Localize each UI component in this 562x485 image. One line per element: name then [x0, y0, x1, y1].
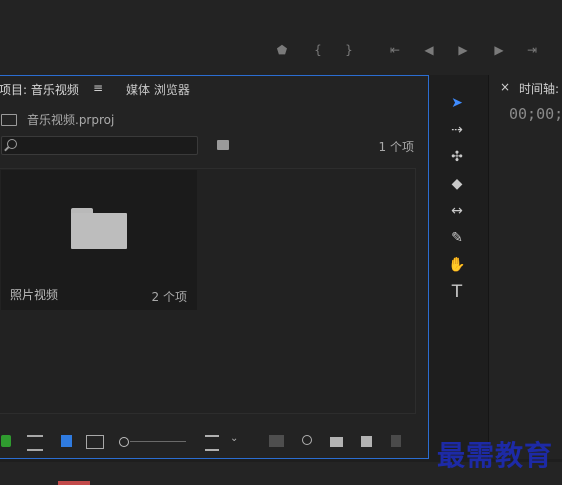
type-icon[interactable]: T — [444, 281, 470, 303]
sort-icons-icon[interactable] — [205, 435, 219, 451]
freeform-view-icon[interactable] — [86, 435, 104, 449]
track-select-icon[interactable]: ⇢ — [444, 119, 470, 141]
status-indicator — [58, 481, 90, 485]
new-item-icon[interactable] — [361, 436, 372, 447]
tools-panel: ➤ ⇢ ✣ ◆ ↔ ✎ ✋ T — [440, 86, 474, 311]
list-view-icon[interactable] — [27, 435, 43, 451]
search-input[interactable] — [1, 136, 198, 155]
timecode-display[interactable]: 00;00;0 — [509, 105, 562, 123]
hand-icon[interactable]: ✋ — [444, 254, 470, 276]
search-icon — [7, 139, 17, 149]
go-to-out-icon[interactable]: ⇥ — [524, 42, 540, 58]
new-bin-icon[interactable] — [330, 437, 343, 447]
pen-icon[interactable]: ✎ — [444, 227, 470, 249]
icon-view-icon[interactable] — [61, 435, 72, 447]
selection-tool-icon[interactable]: ➤ — [444, 92, 470, 114]
play-icon[interactable]: ▶ — [455, 42, 471, 58]
ripple-edit-icon[interactable]: ✣ — [444, 146, 470, 168]
new-search-bin-icon[interactable] — [217, 140, 229, 150]
step-forward-icon[interactable]: ▶ — [491, 42, 507, 58]
panel-menu-icon[interactable]: ≡ — [93, 81, 103, 95]
folder-icon — [71, 208, 127, 249]
project-panel: 项目: 音乐视频 ≡ 媒体 浏览器 音乐视频.prproj 1 个项 照片视频 … — [0, 75, 429, 459]
tab-project[interactable]: 项目: 音乐视频 — [0, 81, 79, 98]
timeline-panel: × 时间轴: 00;00;0 — [488, 75, 562, 459]
slip-icon[interactable]: ↔ — [444, 200, 470, 222]
bin-tile[interactable]: 照片视频 2 个项 — [1, 170, 197, 310]
go-to-in-icon[interactable]: ⇤ — [387, 42, 403, 58]
item-count: 1 个项 — [378, 140, 414, 154]
zoom-slider-track[interactable] — [130, 441, 186, 442]
mark-out-icon[interactable]: } — [341, 42, 357, 58]
watermark-logo: 最需教育 — [437, 439, 554, 472]
write-protect-icon[interactable] — [1, 435, 11, 447]
project-items-area: 照片视频 2 个项 — [0, 168, 416, 414]
bin-name: 照片视频 — [10, 288, 59, 302]
automate-to-sequence-icon[interactable] — [269, 435, 284, 447]
step-back-icon[interactable]: ◀ — [421, 42, 437, 58]
project-bottom-toolbar: ⌄ — [0, 429, 428, 455]
clear-icon[interactable] — [391, 435, 401, 447]
timeline-close-icon[interactable]: × — [500, 80, 510, 94]
project-file-icon — [1, 114, 17, 126]
marker-icon[interactable]: ⬟ — [274, 42, 290, 58]
mark-in-icon[interactable]: { — [310, 42, 326, 58]
zoom-slider-handle[interactable] — [119, 437, 129, 447]
timeline-title[interactable]: 时间轴: — [519, 80, 559, 97]
razor-icon[interactable]: ◆ — [444, 173, 470, 195]
find-icon[interactable] — [302, 435, 312, 445]
tab-media-browser[interactable]: 媒体 浏览器 — [126, 81, 190, 98]
bin-item-count: 2 个项 — [151, 290, 187, 304]
breadcrumb: 音乐视频.prproj — [27, 113, 115, 127]
chevron-down-icon[interactable]: ⌄ — [230, 433, 238, 445]
program-monitor-strip: ⬟ { } ⇤ ◀ ▶ ▶ ⇥ — [0, 0, 562, 75]
